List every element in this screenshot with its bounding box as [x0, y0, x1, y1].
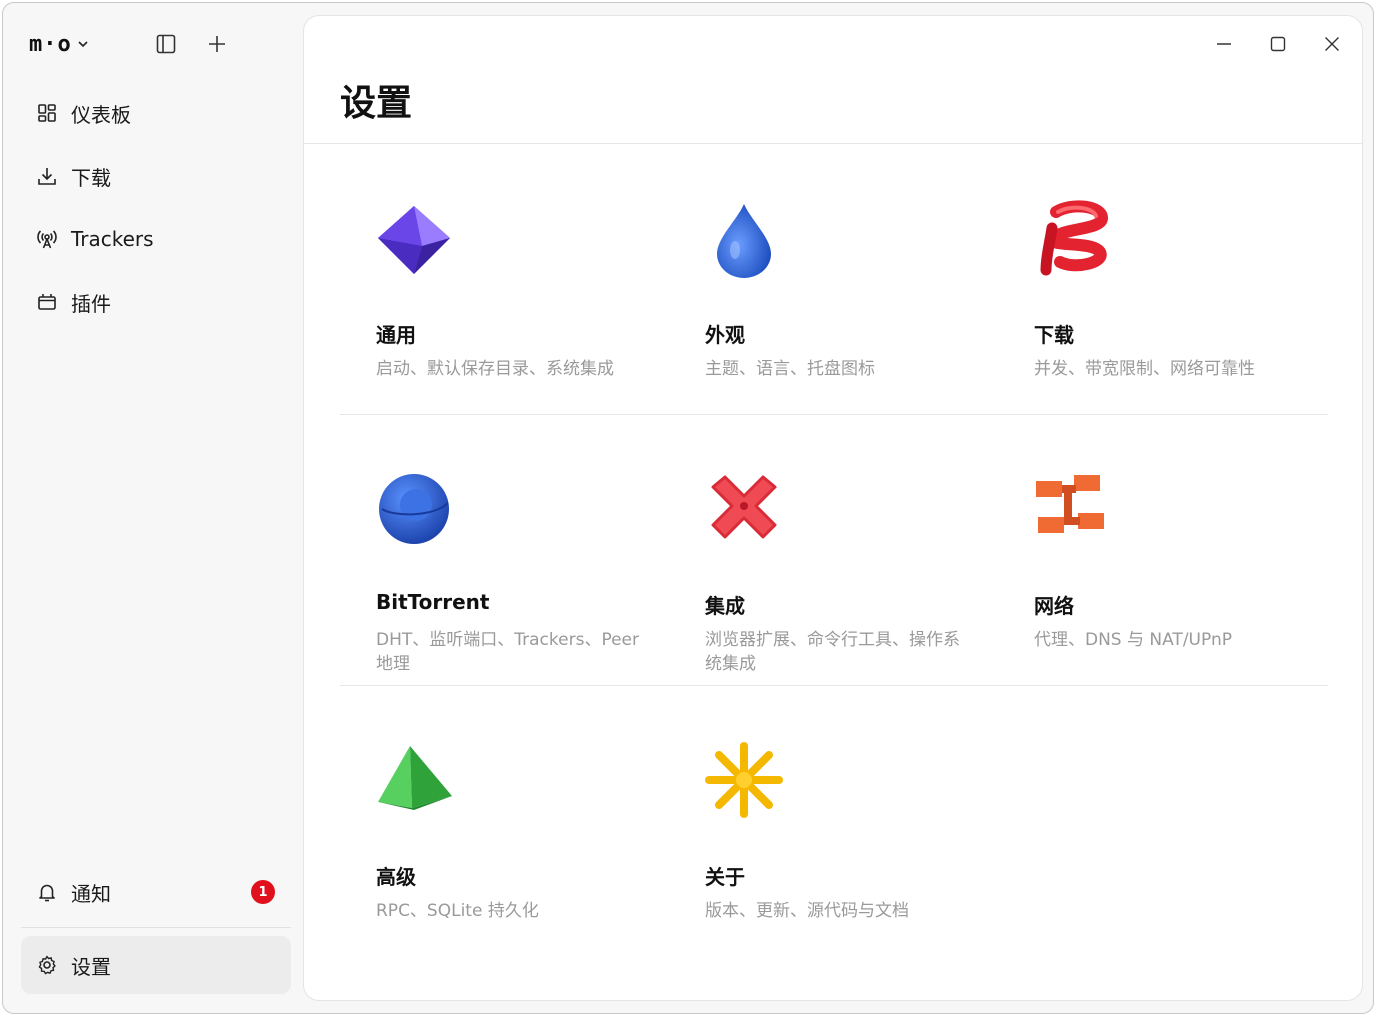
settings-card-general[interactable]: 通用 启动、默认保存目录、系统集成 — [340, 144, 669, 414]
card-title: 关于 — [705, 865, 745, 889]
sidebar-item-settings[interactable]: 设置 — [21, 936, 291, 994]
settings-card-bittorrent[interactable]: BitTorrent DHT、监听端口、Trackers、Peer 地理 — [340, 415, 669, 685]
settings-row: 高级 RPC、SQLite 持久化 关于 版本、更新、源代码与文档 — [340, 686, 1328, 957]
dashboard-icon — [35, 101, 59, 125]
sidebar-item-dashboard[interactable]: 仪表板 — [21, 86, 291, 140]
card-title: BitTorrent — [376, 590, 490, 614]
settings-grid: 通用 启动、默认保存目录、系统集成 外观 主题、语言、托盘图标 下载 并发、带宽… — [340, 144, 1328, 957]
close-icon — [1325, 37, 1339, 51]
download-icon — [35, 164, 59, 188]
notification-count-badge: 1 — [251, 880, 275, 904]
card-title: 外观 — [705, 323, 745, 347]
sidebar-item-label: Trackers — [71, 227, 154, 251]
maximize-button[interactable] — [1262, 28, 1294, 60]
blue-drop-icon — [717, 204, 771, 278]
close-button[interactable] — [1316, 28, 1348, 60]
window-controls — [1208, 28, 1348, 60]
card-description: RPC、SQLite 持久化 — [376, 901, 539, 921]
card-description: 版本、更新、源代码与文档 — [705, 901, 909, 921]
sidebar-divider — [21, 927, 291, 928]
green-pyramid-icon — [378, 746, 452, 810]
sidebar-item-label: 插件 — [71, 291, 111, 316]
settings-card-about[interactable]: 关于 版本、更新、源代码与文档 — [669, 686, 998, 957]
settings-card-advanced[interactable]: 高级 RPC、SQLite 持久化 — [340, 686, 669, 957]
app-logo-menu[interactable]: m·o — [29, 32, 90, 57]
blue-sphere-icon — [379, 474, 449, 544]
card-description: 主题、语言、托盘图标 — [705, 359, 875, 379]
settings-card-download[interactable]: 下载 并发、带宽限制、网络可靠性 — [998, 144, 1327, 414]
chevron-down-icon — [78, 41, 88, 48]
card-title: 高级 — [376, 865, 416, 889]
sidebar-item-trackers[interactable]: Trackers — [21, 212, 291, 266]
sidebar-item-label: 设置 — [71, 954, 111, 979]
card-description: 并发、带宽限制、网络可靠性 — [1034, 359, 1255, 379]
settings-row: 通用 启动、默认保存目录、系统集成 外观 主题、语言、托盘图标 下载 并发、带宽… — [340, 144, 1328, 415]
maximize-icon — [1270, 36, 1286, 52]
settings-card-network[interactable]: 网络 代理、DNS 与 NAT/UPnP — [998, 415, 1327, 685]
sidebar-footer: 通知 1 设置 — [21, 865, 291, 994]
app-logo: m·o — [29, 31, 72, 57]
purple-octahedron-icon — [378, 206, 450, 274]
sidebar-item-label: 通知 — [71, 881, 111, 906]
sidebar: m·o 仪表板 下载 Trackers 插件 通知 1 设置 — [3, 3, 303, 1013]
card-title: 通用 — [376, 323, 416, 347]
settings-card-empty — [998, 686, 1327, 957]
minimize-button[interactable] — [1208, 28, 1240, 60]
card-description: 浏览器扩展、命令行工具、操作系统集成 — [705, 630, 960, 674]
card-description: DHT、监听端口、Trackers、Peer 地理 — [376, 630, 639, 674]
sidebar-item-plugins[interactable]: 插件 — [21, 275, 291, 329]
sidebar-item-downloads[interactable]: 下载 — [21, 149, 291, 203]
antenna-icon — [35, 227, 59, 251]
minimize-icon — [1217, 43, 1231, 45]
yellow-star-icon — [705, 742, 783, 818]
page-title: 设置 — [340, 83, 413, 124]
card-title: 集成 — [705, 594, 745, 618]
add-icon[interactable] — [204, 31, 230, 57]
card-title: 下载 — [1034, 323, 1074, 347]
gear-icon — [35, 953, 59, 977]
card-description: 启动、默认保存目录、系统集成 — [376, 359, 614, 379]
red-x-icon — [711, 475, 777, 539]
sidebar-toggle-icon[interactable] — [153, 31, 179, 57]
sidebar-nav: 仪表板 下载 Trackers 插件 — [21, 86, 291, 338]
plugin-icon — [35, 290, 59, 314]
settings-panel: 设置 通用 启动、默认保存目录、系统集成 外观 主题、语言、托盘图标 下载 并发… — [303, 15, 1363, 1001]
settings-row: BitTorrent DHT、监听端口、Trackers、Peer 地理 集成 … — [340, 415, 1328, 686]
red-coil-icon — [1040, 200, 1109, 276]
orange-network-icon — [1036, 475, 1104, 533]
bell-icon — [35, 880, 59, 904]
settings-card-integration[interactable]: 集成 浏览器扩展、命令行工具、操作系统集成 — [669, 415, 998, 685]
card-description: 代理、DNS 与 NAT/UPnP — [1034, 630, 1232, 650]
sidebar-item-notifications[interactable]: 通知 1 — [21, 865, 291, 919]
card-title: 网络 — [1034, 594, 1074, 618]
sidebar-header: m·o — [29, 29, 225, 59]
app-window: m·o 仪表板 下载 Trackers 插件 通知 1 设置 设置 通用 启动、… — [2, 2, 1374, 1014]
sidebar-item-label: 下载 — [71, 165, 111, 190]
settings-card-appearance[interactable]: 外观 主题、语言、托盘图标 — [669, 144, 998, 414]
sidebar-item-label: 仪表板 — [71, 102, 131, 127]
